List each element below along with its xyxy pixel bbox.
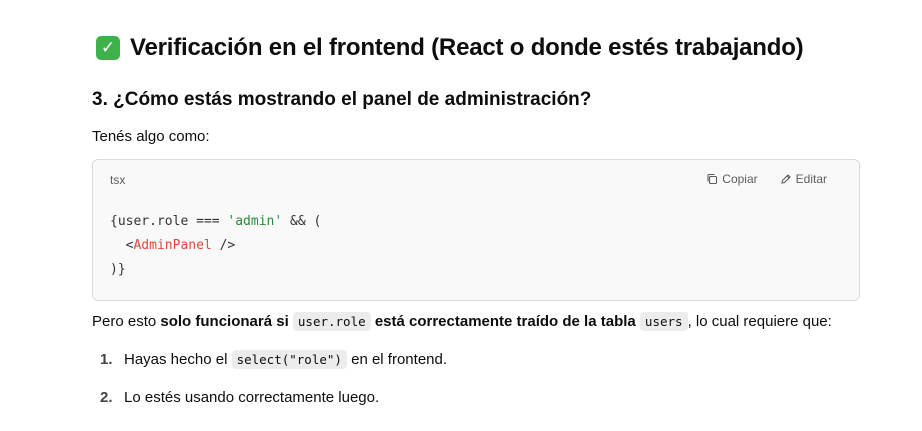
list-item: 1. Hayas hecho el select("role") en el f… (92, 348, 447, 370)
copy-button[interactable]: Copiar (706, 172, 758, 186)
paragraph-text: Pero esto (92, 313, 161, 330)
edit-label: Editar (795, 172, 827, 186)
copy-icon (707, 173, 718, 185)
code-line-3: )} (110, 262, 126, 277)
inline-code: users (639, 312, 688, 331)
edit-button[interactable]: Editar (780, 172, 827, 186)
check-box-icon: ✓ (96, 36, 120, 60)
list-text: Hayas hecho el (124, 350, 232, 368)
code-line-1: {user.role === 'admin' && ( (110, 210, 321, 234)
code-token: < (110, 238, 134, 253)
list-item: 2. Lo estés usando correctamente luego. (92, 386, 447, 408)
copy-label: Copiar (722, 172, 758, 186)
code-actions: Copiar Editar (706, 172, 827, 186)
code-language-label: tsx (110, 173, 126, 187)
section-heading: ✓ Verificación en el frontend (React o d… (96, 34, 804, 62)
code-block: tsx Copiar Editar {user.role === 'admin'… (92, 159, 860, 301)
requirements-list: 1. Hayas hecho el select("role") en el f… (92, 348, 447, 424)
pencil-icon (780, 174, 791, 184)
code-token: {user.role === (110, 214, 228, 229)
list-number: 1. (100, 350, 113, 368)
list-text: en el frontend. (346, 350, 448, 368)
list-number: 2. (100, 388, 113, 406)
inline-code: select("role") (231, 349, 347, 369)
paragraph-text: , lo cual requiere que: (687, 313, 832, 330)
subheading: 3. ¿Cómo estás mostrando el panel de adm… (92, 89, 592, 110)
code-token: && ( (282, 214, 322, 229)
intro-text: Tenés algo como: (92, 128, 210, 145)
paragraph-bold-text: está correctamente traído de la tabla (374, 313, 636, 330)
code-tag-token: AdminPanel (133, 238, 212, 253)
paragraph-bold-text: solo funcionará si (160, 313, 289, 330)
inline-code: user.role (292, 312, 371, 331)
code-token: /> (211, 238, 236, 253)
list-text: Lo estés usando correctamente luego. (124, 388, 380, 406)
code-line-2: <AdminPanel /> (110, 234, 321, 258)
section-heading-text: Verificación en el frontend (React o don… (130, 34, 804, 61)
code-content: {user.role === 'admin' && ( <AdminPanel … (110, 210, 321, 282)
code-string-token: 'admin' (227, 214, 283, 229)
explanation-paragraph: Pero esto solo funcionará si user.role e… (92, 312, 832, 331)
